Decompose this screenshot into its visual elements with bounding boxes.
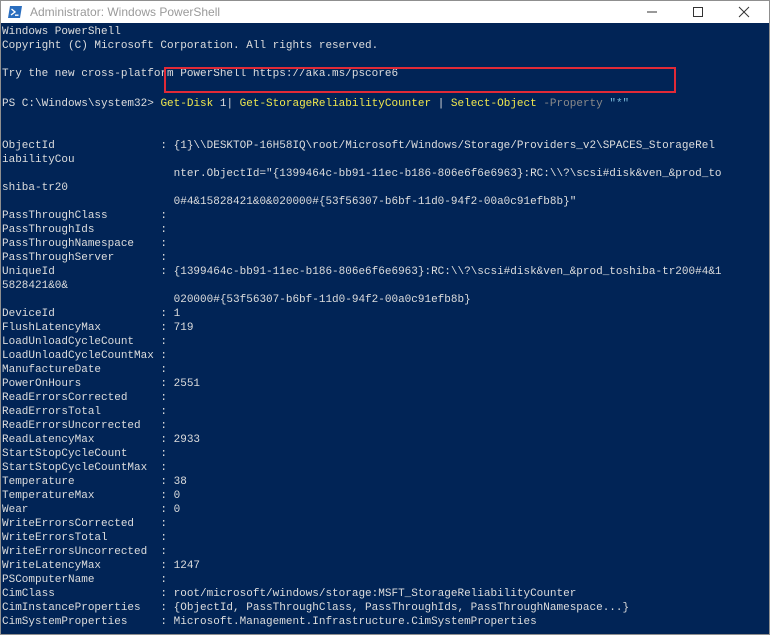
- output-line: PassThroughServer :: [2, 252, 168, 264]
- output-line: 5828421&0&: [2, 280, 69, 292]
- maximize-icon: [693, 7, 703, 17]
- output-line: LoadUnloadCycleCountMax :: [2, 350, 168, 362]
- console-line: Windows PowerShell: [2, 26, 121, 38]
- close-button[interactable]: [721, 1, 767, 23]
- powershell-icon: [8, 5, 22, 19]
- output-line: CimSystemProperties : Microsoft.Manageme…: [2, 616, 537, 628]
- output-line: 0#4&15828421&0&020000#{53f56307-b6bf-11d…: [2, 196, 577, 208]
- output-line: FlushLatencyMax : 719: [2, 322, 194, 334]
- output-line: StartStopCycleCountMax :: [2, 462, 168, 474]
- output-line: Temperature : 38: [2, 476, 187, 488]
- output-line: PassThroughNamespace :: [2, 238, 168, 250]
- output-line: ReadLatencyMax : 2933: [2, 434, 201, 446]
- window-title: Administrator: Windows PowerShell: [30, 5, 221, 19]
- string-argument: "*": [609, 98, 630, 110]
- output-line: ManufactureDate :: [2, 364, 168, 376]
- output-line: DeviceId : 1: [2, 308, 181, 320]
- output-line: ReadErrorsTotal :: [2, 406, 168, 418]
- output-line: PSComputerName :: [2, 574, 168, 586]
- output-line: ObjectId : {1}\\DESKTOP-16H58IQ\root/Mic…: [2, 140, 715, 152]
- output-line: nter.ObjectId="{1399464c-bb91-11ec-b186-…: [2, 168, 722, 180]
- command-argument: 1: [213, 98, 227, 110]
- minimize-icon: [647, 11, 657, 13]
- cmdlet-get-storagereliabilitycounter: Get-StorageReliabilityCounter: [239, 98, 432, 110]
- prompt: PS C:\Windows\system32>: [2, 98, 161, 110]
- pipe-operator: |: [226, 98, 240, 110]
- output-line: PassThroughClass :: [2, 210, 168, 222]
- output-line: WriteErrorsCorrected :: [2, 518, 168, 530]
- cmdlet-select-object: Select-Object: [450, 98, 537, 110]
- output-line: CimInstanceProperties : {ObjectId, PassT…: [2, 602, 630, 614]
- parameter-property: -Property: [536, 98, 610, 110]
- powershell-window: Administrator: Windows PowerShell Window…: [0, 0, 770, 635]
- output-line: CimClass : root/microsoft/windows/storag…: [2, 588, 577, 600]
- output-line: PassThroughIds :: [2, 224, 168, 236]
- output-line: shiba-tr20: [2, 182, 69, 194]
- output-line: Wear : 0: [2, 504, 181, 516]
- output-line: LoadUnloadCycleCount :: [2, 336, 168, 348]
- output-line: TemperatureMax : 0: [2, 490, 181, 502]
- output-line: 020000#{53f56307-b6bf-11d0-94f2-00a0c91e…: [2, 294, 471, 306]
- output-line: WriteErrorsUncorrected :: [2, 546, 168, 558]
- title-bar[interactable]: Administrator: Windows PowerShell: [1, 1, 769, 23]
- cmdlet-get-disk: Get-Disk: [160, 98, 214, 110]
- console-output[interactable]: Windows PowerShell Copyright (C) Microso…: [2, 25, 768, 634]
- output-line: iabilityCou: [2, 154, 75, 166]
- pipe-operator: |: [431, 98, 451, 110]
- minimize-button[interactable]: [629, 1, 675, 23]
- maximize-button[interactable]: [675, 1, 721, 23]
- command-line[interactable]: PS C:\Windows\system32> Get-Disk 1| Get-…: [2, 97, 629, 111]
- output-line: StartStopCycleCount :: [2, 448, 168, 460]
- output-line: UniqueId : {1399464c-bb91-11ec-b186-806e…: [2, 266, 722, 278]
- output-line: WriteLatencyMax : 1247: [2, 560, 201, 572]
- console-line: Copyright (C) Microsoft Corporation. All…: [2, 40, 379, 52]
- close-icon: [738, 6, 750, 18]
- output-line: ReadErrorsCorrected :: [2, 392, 168, 404]
- output-line: WriteErrorsTotal :: [2, 532, 168, 544]
- output-line: ReadErrorsUncorrected :: [2, 420, 168, 432]
- command-highlight-box: [164, 67, 676, 93]
- output-line: PowerOnHours : 2551: [2, 378, 201, 390]
